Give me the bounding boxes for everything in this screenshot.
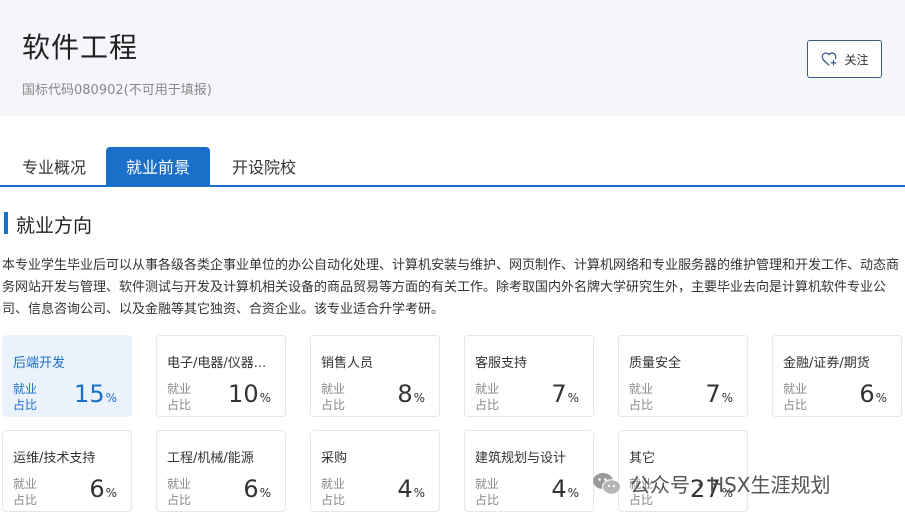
card-title: 销售人员	[321, 356, 374, 371]
employment-card[interactable]: 金融/证券/期货就业占比 6%	[772, 335, 902, 417]
card-title: 建筑规划与设计	[475, 451, 567, 466]
card-percent: 7	[705, 380, 721, 408]
card-title: 运维/技术支持	[13, 451, 96, 466]
percent-unit: %	[413, 391, 425, 405]
card-percent: 6	[243, 475, 259, 503]
card-percent: 8	[397, 380, 413, 408]
card-label: 就业占比	[321, 477, 346, 507]
page-title: 软件工程	[22, 31, 139, 64]
section-title: 就业方向	[16, 215, 93, 237]
percent-unit: %	[105, 391, 117, 405]
wechat-icon	[593, 472, 621, 495]
watermark-text: 公众号 · HSX生涯规划	[630, 473, 831, 497]
card-value: 4%	[397, 475, 425, 503]
card-value: 10%	[228, 380, 271, 408]
card-title: 客服支持	[475, 356, 528, 371]
employment-card[interactable]: 销售人员就业占比 8%	[310, 335, 440, 417]
employment-card[interactable]: 采购就业占比 4%	[310, 430, 440, 512]
card-label: 就业占比	[783, 382, 808, 412]
card-title: 其它	[629, 451, 656, 466]
card-value: 8%	[397, 380, 425, 408]
tab-employment[interactable]: 就业前景	[106, 147, 210, 185]
card-label: 就业占比	[167, 477, 192, 507]
wechat-watermark: 公众号 · HSX生涯规划	[592, 469, 831, 498]
card-label: 就业占比	[321, 382, 346, 412]
percent-unit: %	[105, 486, 117, 500]
card-title: 质量安全	[629, 356, 682, 371]
card-value: 7%	[705, 380, 733, 408]
card-title: 金融/证券/期货	[783, 356, 870, 371]
card-value: 15%	[74, 380, 117, 408]
card-percent: 4	[397, 475, 413, 503]
card-label: 就业占比	[475, 477, 500, 507]
heart-plus-icon	[822, 52, 837, 66]
card-value: 6%	[89, 475, 117, 503]
section-description: 本专业学生毕业后可以从事各级各类企事业单位的办公自动化处理、计算机安装与维护、网…	[2, 258, 900, 317]
percent-unit: %	[875, 391, 887, 405]
card-label: 就业占比	[629, 382, 654, 412]
card-percent: 4	[551, 475, 567, 503]
employment-card[interactable]: 运维/技术支持就业占比 6%	[2, 430, 132, 512]
percent-unit: %	[413, 486, 425, 500]
tab-colleges[interactable]: 开设院校	[214, 147, 314, 185]
card-title: 电子/电器/仪器...	[167, 356, 267, 371]
card-value: 6%	[859, 380, 887, 408]
card-value: 4%	[551, 475, 579, 503]
percent-unit: %	[259, 391, 271, 405]
card-label: 就业占比	[475, 382, 500, 412]
percent-unit: %	[259, 486, 271, 500]
card-label: 就业占比	[167, 382, 192, 412]
tab-overview[interactable]: 专业概况	[4, 147, 104, 185]
card-value: 6%	[243, 475, 271, 503]
card-percent: 7	[551, 380, 567, 408]
card-label: 就业占比	[13, 477, 38, 507]
employment-card[interactable]: 电子/电器/仪器... 就业占比 10%	[156, 335, 286, 417]
section-accent-bar	[4, 212, 8, 234]
follow-button[interactable]: 关注	[807, 40, 882, 78]
card-percent: 6	[859, 380, 875, 408]
major-header: 软件工程 国标代码080902(不可用于填报) 关注	[0, 0, 905, 116]
employment-card[interactable]: 建筑规划与设计就业占比 4%	[464, 430, 594, 512]
card-label: 就业占比	[13, 382, 38, 412]
card-percent: 6	[89, 475, 105, 503]
employment-card[interactable]: 客服支持就业占比 7%	[464, 335, 594, 417]
employment-card[interactable]: 后端开发就业占比 15%	[2, 335, 132, 417]
card-percent: 15	[74, 380, 105, 408]
percent-unit: %	[567, 391, 579, 405]
employment-card[interactable]: 质量安全就业占比 7%	[618, 335, 748, 417]
major-code: 国标代码080902(不可用于填报)	[22, 83, 212, 98]
card-title: 后端开发	[13, 356, 66, 371]
employment-card[interactable]: 工程/机械/能源就业占比 6%	[156, 430, 286, 512]
tab-bar: 专业概况 就业前景 开设院校	[0, 147, 905, 187]
percent-unit: %	[721, 391, 733, 405]
card-value: 7%	[551, 380, 579, 408]
card-percent: 10	[228, 380, 259, 408]
card-title: 工程/机械/能源	[167, 451, 254, 466]
percent-unit: %	[567, 486, 579, 500]
card-title: 采购	[321, 451, 348, 466]
follow-label: 关注	[844, 52, 869, 67]
